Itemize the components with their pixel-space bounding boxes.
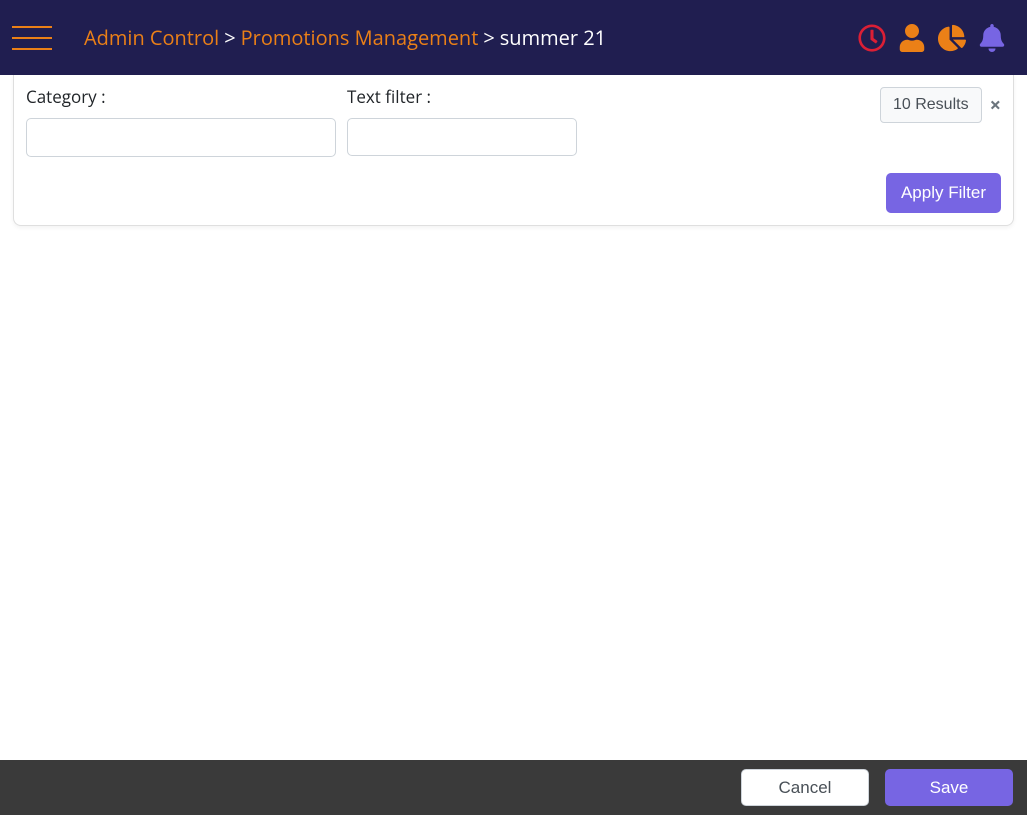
breadcrumb-level2[interactable]: Promotions Management — [241, 24, 479, 51]
breadcrumb: Admin Control > Promotions Management > … — [84, 24, 857, 51]
breadcrumb-separator: > — [219, 24, 240, 51]
clock-icon[interactable] — [857, 23, 887, 53]
bell-icon[interactable] — [977, 23, 1007, 53]
breadcrumb-separator: > — [478, 24, 499, 51]
text-filter-label: Text filter : — [347, 85, 577, 108]
filter-row: Category : Text filter : 10 Results × — [14, 75, 1013, 173]
filter-actions: Apply Filter — [14, 173, 1013, 225]
apply-filter-button[interactable]: Apply Filter — [886, 173, 1001, 213]
close-icon[interactable]: × — [990, 95, 1001, 115]
filter-card: Category : Text filter : 10 Results × Ap… — [13, 75, 1014, 226]
chart-pie-icon[interactable] — [937, 23, 967, 53]
results-wrap: 10 Results × — [880, 85, 1001, 123]
category-label: Category : — [26, 85, 336, 108]
category-field: Category : — [26, 85, 336, 157]
cancel-button[interactable]: Cancel — [741, 769, 869, 806]
top-navbar: Admin Control > Promotions Management > … — [0, 0, 1027, 75]
breadcrumb-current: summer 21 — [500, 24, 606, 51]
navbar-icons — [857, 23, 1007, 53]
user-icon[interactable] — [897, 23, 927, 53]
bottom-action-bar: Cancel Save — [0, 760, 1027, 815]
text-filter-field: Text filter : — [347, 85, 577, 156]
breadcrumb-level1[interactable]: Admin Control — [84, 24, 219, 51]
results-count-button[interactable]: 10 Results — [880, 87, 982, 123]
text-filter-input[interactable] — [347, 118, 577, 156]
menu-toggle[interactable] — [0, 26, 64, 50]
save-button[interactable]: Save — [885, 769, 1013, 806]
category-input[interactable] — [26, 118, 336, 157]
